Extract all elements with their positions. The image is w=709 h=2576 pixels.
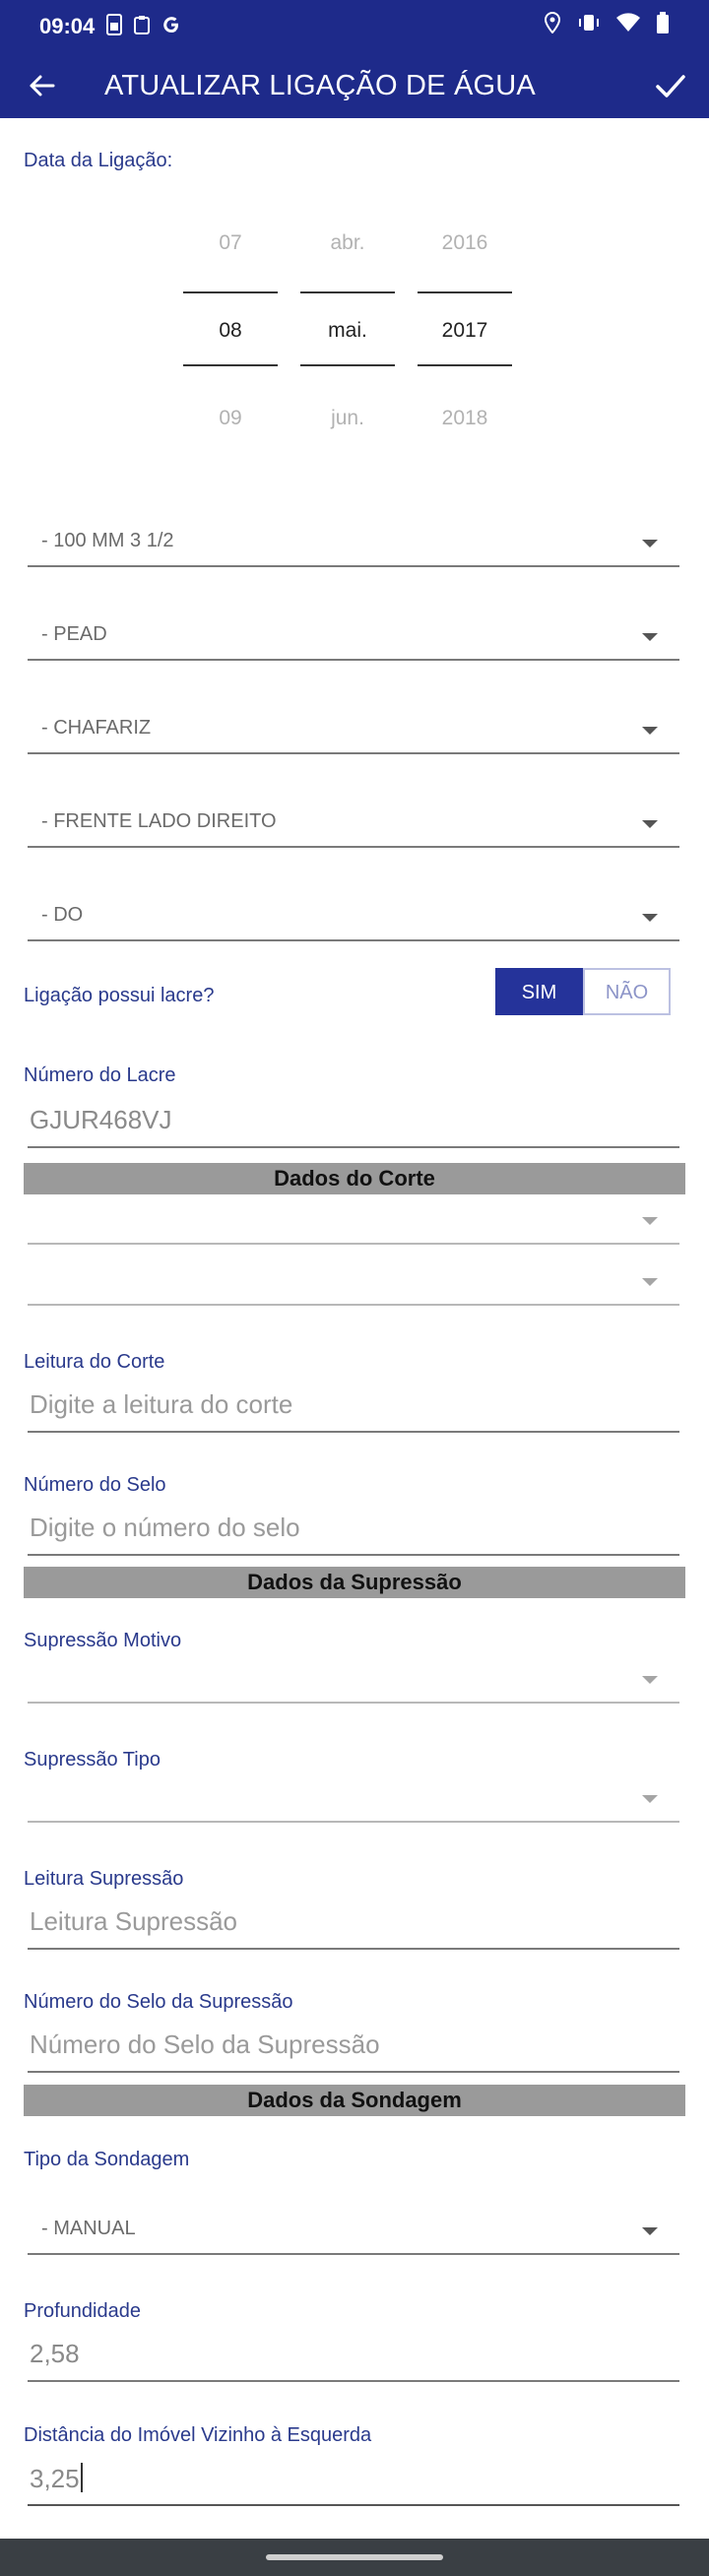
type-dropdown[interactable]: - CHAFARIZ — [28, 707, 679, 754]
depth-label: Profundidade — [24, 2300, 141, 2322]
corte-reading-label: Leitura do Corte — [24, 1351, 165, 1373]
screen: { "status_bar": { "time": "09:04" }, "ap… — [0, 0, 709, 2576]
corte-dropdown-1[interactable] — [28, 1197, 679, 1245]
supressao-seal-input[interactable]: Número do Selo da Supressão — [28, 2022, 679, 2073]
month-divider-top — [300, 291, 395, 293]
diameter-dropdown[interactable]: - 100 MM 3 1/2 — [28, 520, 679, 567]
day-divider-bottom — [183, 364, 278, 366]
wifi-icon — [616, 13, 640, 32]
position-dropdown[interactable]: - FRENTE LADO DIREITO — [28, 801, 679, 848]
dropdown-arrow-icon — [642, 1676, 658, 1684]
supressao-tipo-dropdown[interactable] — [28, 1775, 679, 1823]
back-arrow-icon[interactable] — [22, 66, 61, 105]
text-cursor — [80, 2463, 83, 2492]
lacre-question: Ligação possui lacre? — [24, 985, 215, 1006]
lacre-number-label: Número do Lacre — [24, 1064, 176, 1086]
corte-seal-placeholder: Digite o número do selo — [30, 1513, 300, 1542]
confirm-check-icon[interactable] — [650, 66, 689, 105]
sondagem-type-value: - MANUAL — [41, 2218, 136, 2239]
supressao-motivo-label: Supressão Motivo — [24, 1630, 182, 1651]
sim-card-icon — [106, 14, 122, 35]
status-system-icons — [544, 12, 670, 33]
dropdown-arrow-icon — [642, 540, 658, 547]
corte-seal-input[interactable]: Digite o número do selo — [28, 1505, 679, 1556]
left-neighbor-distance-field: 3,25 — [30, 2463, 83, 2494]
google-icon — [163, 17, 178, 33]
home-gesture-handle[interactable] — [266, 2554, 443, 2560]
date-label: Data da Ligação: — [24, 150, 173, 171]
corte-dropdown-2[interactable] — [28, 1258, 679, 1306]
corte-seal-label: Número do Selo — [24, 1474, 166, 1496]
dropdown-arrow-icon — [642, 727, 658, 735]
depth-value: 2,58 — [30, 2339, 80, 2368]
status-bar: 09:04 — [0, 0, 709, 53]
month-next[interactable]: jun. — [300, 407, 395, 430]
lacre-yes-button[interactable]: SIM — [495, 968, 583, 1015]
side-dropdown[interactable]: - DO — [28, 894, 679, 941]
supressao-reading-input[interactable]: Leitura Supressão — [28, 1899, 679, 1950]
day-next[interactable]: 09 — [183, 407, 278, 430]
lacre-toggle[interactable]: SIM NÃO — [495, 968, 671, 1015]
month-selected[interactable]: mai. — [300, 319, 395, 343]
left-neighbor-distance-value: 3,25 — [30, 2464, 80, 2493]
lacre-number-value: GJUR468VJ — [30, 1105, 172, 1134]
corte-reading-placeholder: Digite a leitura do corte — [30, 1389, 293, 1419]
section-header-sondagem: Dados da Sondagem — [24, 2085, 685, 2116]
corte-reading-input[interactable]: Digite a leitura do corte — [28, 1382, 679, 1433]
section-header-corte: Dados do Corte — [24, 1163, 685, 1194]
clipboard-icon — [134, 16, 150, 34]
dropdown-arrow-icon — [642, 1795, 658, 1803]
page-title: ATUALIZAR LIGAÇÃO DE ÁGUA — [104, 70, 536, 101]
year-divider-top — [418, 291, 512, 293]
status-time: 09:04 — [39, 14, 96, 38]
year-prev[interactable]: 2016 — [418, 231, 512, 255]
supressao-motivo-dropdown[interactable] — [28, 1656, 679, 1704]
position-value: - FRENTE LADO DIREITO — [41, 810, 277, 832]
supressao-reading-label: Leitura Supressão — [24, 1868, 184, 1890]
day-selected[interactable]: 08 — [183, 319, 278, 343]
dropdown-arrow-icon — [642, 1217, 658, 1225]
side-value: - DO — [41, 904, 84, 926]
supressao-seal-label: Número do Selo da Supressão — [24, 1991, 293, 2013]
location-icon — [544, 12, 561, 33]
sondagem-type-label: Tipo da Sondagem — [24, 2149, 190, 2170]
supressao-reading-placeholder: Leitura Supressão — [30, 1906, 238, 1936]
year-next[interactable]: 2018 — [418, 407, 512, 430]
diameter-value: - 100 MM 3 1/2 — [41, 530, 174, 551]
day-divider-top — [183, 291, 278, 293]
type-value: - CHAFARIZ — [41, 717, 152, 739]
supressao-seal-placeholder: Número do Selo da Supressão — [30, 2029, 380, 2059]
dropdown-arrow-icon — [642, 820, 658, 828]
month-prev[interactable]: abr. — [300, 231, 395, 255]
left-neighbor-distance-input[interactable]: 3,25 — [28, 2455, 679, 2506]
supressao-tipo-label: Supressão Tipo — [24, 1749, 161, 1771]
dropdown-arrow-icon — [642, 633, 658, 641]
depth-input[interactable]: 2,58 — [28, 2331, 679, 2382]
sondagem-type-dropdown[interactable]: - MANUAL — [28, 2208, 679, 2255]
dropdown-arrow-icon — [642, 914, 658, 922]
dropdown-arrow-icon — [642, 2227, 658, 2235]
section-header-supressao: Dados da Supressão — [24, 1567, 685, 1598]
system-navigation-bar — [0, 2539, 709, 2576]
material-dropdown[interactable]: - PEAD — [28, 613, 679, 661]
year-divider-bottom — [418, 364, 512, 366]
material-value: - PEAD — [41, 623, 107, 645]
lacre-number-input[interactable]: GJUR468VJ — [28, 1097, 679, 1148]
lacre-no-button[interactable]: NÃO — [583, 968, 671, 1015]
battery-icon — [657, 12, 669, 33]
vibrate-icon — [579, 15, 599, 31]
left-neighbor-distance-label: Distância do Imóvel Vizinho à Esquerda — [24, 2424, 372, 2446]
dropdown-arrow-icon — [642, 1278, 658, 1286]
day-prev[interactable]: 07 — [183, 231, 278, 255]
status-notification-icons — [106, 14, 181, 35]
year-selected[interactable]: 2017 — [418, 319, 512, 343]
app-bar: ATUALIZAR LIGAÇÃO DE ÁGUA — [0, 53, 709, 118]
month-divider-bottom — [300, 364, 395, 366]
